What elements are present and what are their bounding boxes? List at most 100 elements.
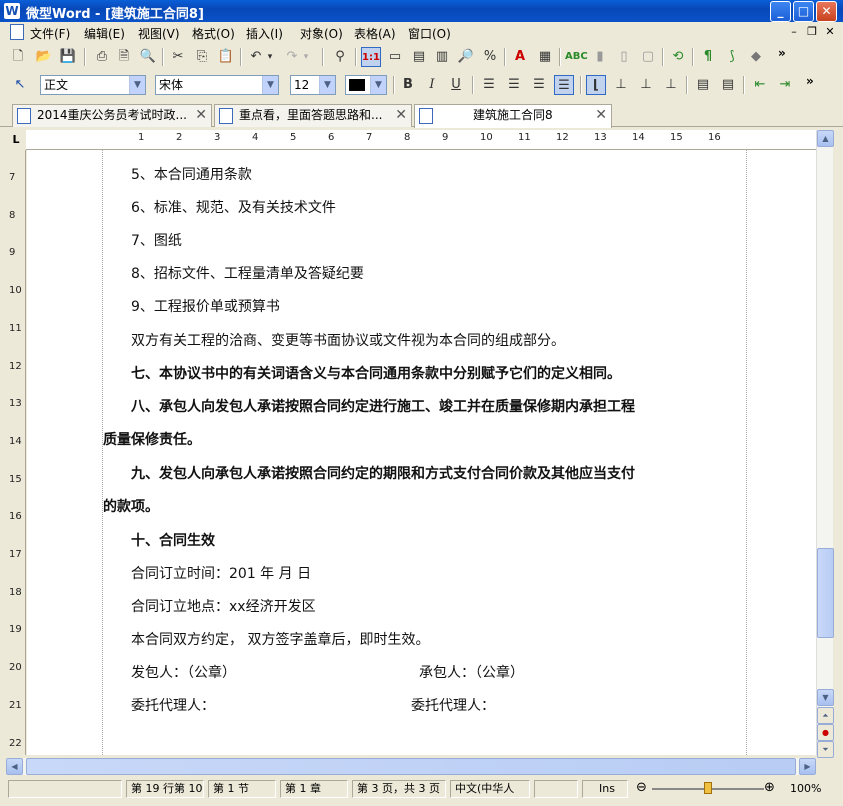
undo-icon[interactable]: ↶: [246, 47, 266, 67]
tab-document-2[interactable]: 重点看，里面答题思路和... ✕: [214, 104, 412, 127]
zoom-out-icon[interactable]: ⊖: [636, 780, 647, 795]
browse-object-icon[interactable]: ●: [817, 724, 834, 741]
next-page-icon[interactable]: ⏷: [817, 741, 834, 758]
menu-file[interactable]: 文件(F): [30, 25, 70, 42]
chart-icon[interactable]: ▮: [590, 47, 610, 67]
toolbar-more-icon[interactable]: »: [806, 74, 814, 88]
text-color-icon[interactable]: A: [510, 47, 530, 67]
document-line[interactable]: 6、标准、规范、及有关技术文件: [131, 197, 336, 217]
document-line[interactable]: 七、本协议书中的有关词语含义与本合同通用条款中分别赋予它们的定义相同。: [131, 363, 621, 383]
font-size-select[interactable]: 12 ▼: [290, 75, 336, 95]
insert-field-icon[interactable]: ▦: [535, 47, 555, 67]
paste-icon[interactable]: 📋: [216, 47, 236, 67]
close-icon[interactable]: ✕: [395, 105, 407, 126]
document-line[interactable]: 9、工程报价单或预算书: [131, 296, 280, 316]
document-line[interactable]: 本合同双方约定， 双方签字盖章后，即时生效。: [131, 629, 429, 649]
hscroll-thumb[interactable]: [26, 758, 796, 775]
horizontal-scrollbar[interactable]: ◀ ▶: [6, 758, 816, 775]
minimize-button[interactable]: _: [770, 1, 791, 22]
horizontal-ruler[interactable]: 1 2 3 4 5 6 7 8 9 10 11 12 13 14 15 16: [26, 130, 816, 150]
menu-object[interactable]: 对象(O): [300, 25, 343, 42]
save-icon[interactable]: 💾: [58, 47, 78, 67]
numbered-list-icon[interactable]: ▤: [718, 75, 738, 95]
close-button[interactable]: ✕: [816, 1, 837, 22]
distribute-icon[interactable]: ⊥: [661, 75, 681, 95]
chevron-down-icon[interactable]: ▼: [370, 76, 386, 94]
document-line[interactable]: 十、合同生效: [131, 530, 215, 550]
underline-icon[interactable]: U: [446, 75, 466, 95]
document-line-right[interactable]: 委托代理人：: [411, 695, 495, 715]
spell-check-icon[interactable]: ABC: [565, 47, 588, 67]
document-line[interactable]: 八、承包人向发包人承诺按照合同约定进行施工、竣工并在质量保修期内承担工程: [131, 396, 635, 416]
valign-top-icon[interactable]: ⌊: [586, 75, 606, 95]
vertical-ruler[interactable]: 7 8 9 10 11 12 13 14 15 16 17 18 19 20 21 22: [6, 150, 26, 755]
normal-view-icon[interactable]: 1:1: [361, 47, 381, 67]
text-box-icon[interactable]: ▢: [638, 47, 658, 67]
open-folder-icon[interactable]: 📂: [34, 47, 54, 67]
wrap-icon[interactable]: ⟆: [722, 47, 742, 67]
paragraph-mark-icon[interactable]: ¶: [698, 47, 718, 67]
document-line[interactable]: 合同订立地点：xx经济开发区: [131, 596, 316, 616]
menu-insert[interactable]: 插入(I): [246, 25, 283, 42]
align-center-icon[interactable]: ☰: [504, 75, 524, 95]
menu-view[interactable]: 视图(V): [138, 25, 180, 42]
menu-format[interactable]: 格式(O): [192, 25, 235, 42]
tab-document-3[interactable]: 建筑施工合同8 ✕: [414, 104, 612, 128]
bold-icon[interactable]: B: [398, 75, 418, 95]
doc-minimize-button[interactable]: –: [787, 25, 801, 39]
document-line[interactable]: 8、招标文件、工程量清单及答疑纪要: [131, 263, 364, 283]
align-left-icon[interactable]: ☰: [479, 75, 499, 95]
document-line-right[interactable]: 承包人：（公章）: [419, 662, 524, 682]
menu-window[interactable]: 窗口(O): [408, 25, 451, 42]
document-area[interactable]: 5、本合同通用条款 6、标准、规范、及有关技术文件 7、图纸 8、招标文件、工程量清单…: [27, 150, 816, 755]
chevron-down-icon[interactable]: ▼: [319, 76, 335, 94]
copy-icon[interactable]: ⎘: [192, 47, 212, 67]
chevron-down-icon[interactable]: ▼: [262, 76, 278, 94]
document-line[interactable]: 7、图纸: [131, 230, 182, 250]
font-select[interactable]: 宋体 ▼: [155, 75, 279, 95]
redo-dropdown-icon[interactable]: ▾: [300, 47, 312, 67]
document-line[interactable]: 的款项。: [103, 496, 159, 516]
valign-bottom-icon[interactable]: ⊥: [636, 75, 656, 95]
preview-icon[interactable]: 🔍: [138, 47, 158, 67]
print-icon[interactable]: ⎙: [92, 47, 112, 67]
word-app-icon[interactable]: W: [4, 3, 20, 19]
align-right-icon[interactable]: ☰: [529, 75, 549, 95]
document-line[interactable]: 委托代理人：: [131, 695, 215, 715]
style-select[interactable]: 正文 ▼: [40, 75, 146, 95]
bullet-list-icon[interactable]: ▤: [693, 75, 713, 95]
shape-icon[interactable]: ◆: [746, 47, 766, 67]
scroll-right-icon[interactable]: ▶: [799, 758, 816, 775]
page-view-icon[interactable]: ▤: [409, 47, 429, 67]
document-line[interactable]: 5、本合同通用条款: [131, 164, 252, 184]
document-icon[interactable]: [10, 24, 24, 40]
decrease-indent-icon[interactable]: ⇤: [750, 75, 770, 95]
status-language[interactable]: 中文(中华人: [450, 780, 530, 798]
scroll-up-icon[interactable]: ▲: [817, 130, 834, 147]
vertical-scrollbar[interactable]: ▲ ▼ ⏶ ● ⏷: [816, 130, 834, 758]
justify-icon[interactable]: ☰: [554, 75, 574, 95]
select-pointer-icon[interactable]: ↖: [10, 75, 30, 95]
table-icon[interactable]: ▯: [614, 47, 634, 67]
scroll-thumb[interactable]: [817, 548, 834, 638]
document-line[interactable]: 九、发包人向承包人承诺按照合同约定的期限和方式支付合同价款及其他应当支付: [131, 463, 635, 483]
doc-close-button[interactable]: ✕: [823, 25, 837, 39]
two-page-view-icon[interactable]: ▥: [432, 47, 452, 67]
menu-table[interactable]: 表格(A): [354, 25, 396, 42]
toolbar-more-icon[interactable]: »: [778, 46, 786, 60]
title-bar[interactable]: W 微型Word - [建筑施工合同8] _ □ ✕: [0, 0, 843, 22]
italic-icon[interactable]: I: [422, 75, 442, 95]
maximize-button[interactable]: □: [793, 1, 814, 22]
chevron-down-icon[interactable]: ▼: [129, 76, 145, 94]
document-line[interactable]: 合同订立时间：201 年 月 日: [131, 563, 311, 583]
redo-icon[interactable]: ↷: [282, 47, 302, 67]
scroll-left-icon[interactable]: ◀: [6, 758, 23, 775]
new-doc-icon[interactable]: 🗋: [8, 47, 28, 67]
print-preview-icon[interactable]: 🗎: [114, 47, 134, 67]
valign-middle-icon[interactable]: ⊥: [611, 75, 631, 95]
zoom-icon[interactable]: 🔎: [456, 47, 476, 67]
increase-indent-icon[interactable]: ⇥: [775, 75, 795, 95]
undo-dropdown-icon[interactable]: ▾: [264, 47, 276, 67]
zoom-percent-icon[interactable]: %: [480, 47, 500, 67]
prev-page-icon[interactable]: ⏶: [817, 707, 834, 724]
